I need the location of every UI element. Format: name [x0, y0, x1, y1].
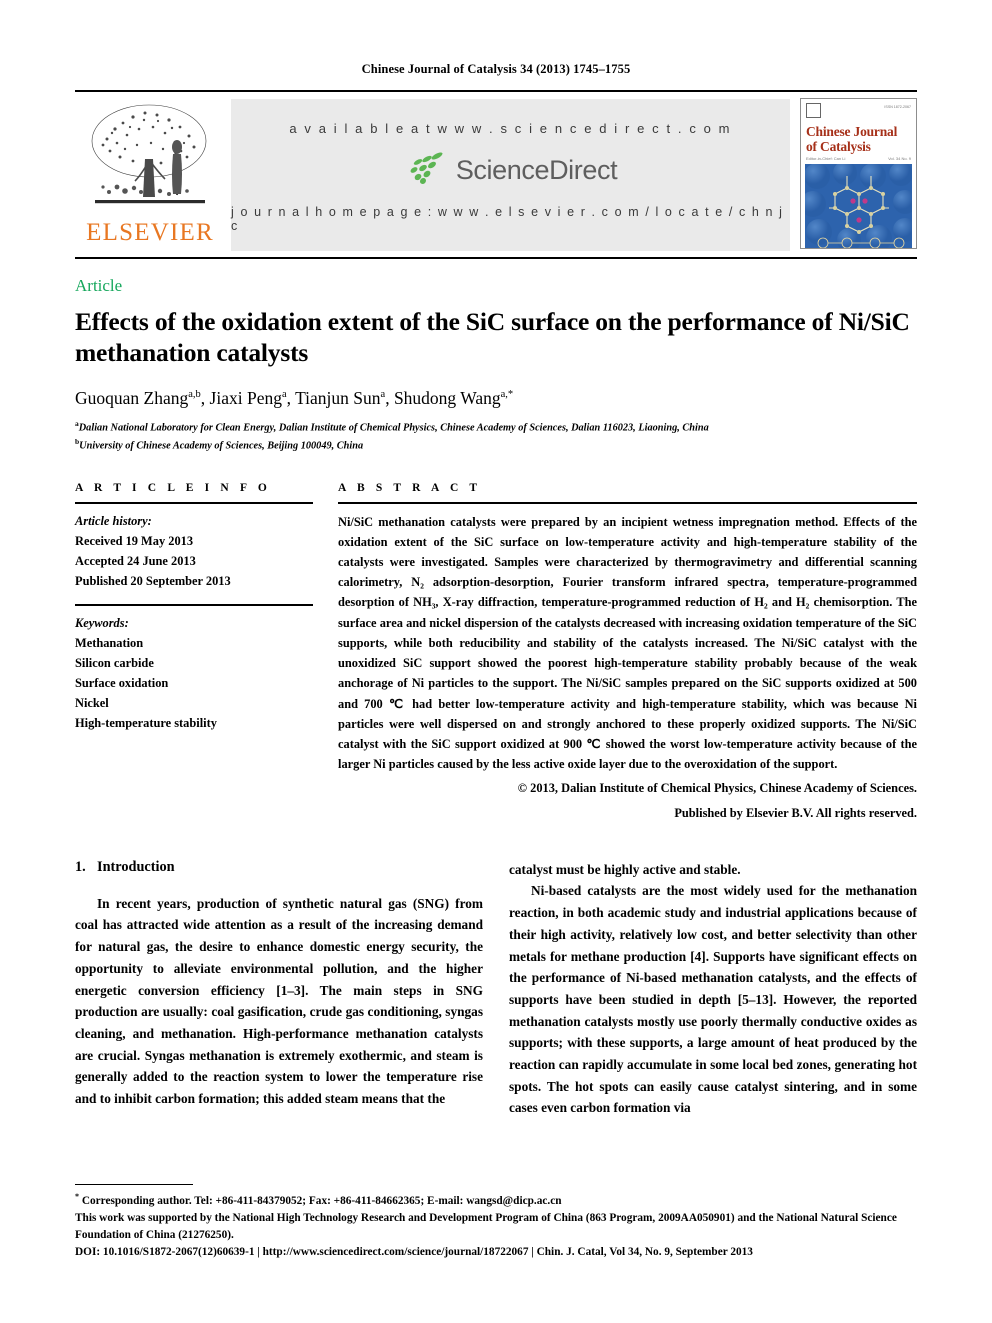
section-title: Introduction: [97, 858, 175, 875]
affiliation-item: bUniversity of Chinese Academy of Scienc…: [75, 436, 917, 454]
affiliation-list: aDalian National Laboratory for Clean En…: [75, 418, 917, 453]
article-history-item: Published 20 September 2013: [75, 573, 231, 588]
paragraph: In recent years, production of synthetic…: [75, 895, 483, 1106]
footnote-separator-rule: [75, 1183, 193, 1185]
journal-cover-image: ISSN 1872-2067 Chinese Journal of Cataly…: [800, 98, 917, 249]
cover-volume: Vol. 34 No. 9: [888, 156, 911, 162]
copyright-line-1: © 2013, Dalian Institute of Chemical Phy…: [517, 781, 917, 796]
article-history-block: Article history: Received 19 May 2013 Ac…: [75, 504, 313, 591]
author-name: Tianjun Sun: [295, 388, 381, 409]
abstract-column: A B S T R A C T Ni/SiC methanation catal…: [338, 482, 917, 823]
article-history-item: Received 19 May 2013: [75, 533, 194, 548]
keyword-item: Surface oxidation: [75, 676, 169, 691]
asterisk-mark: *: [75, 1191, 79, 1201]
masthead-bottom-rule: [75, 257, 917, 259]
body-column-left: 1. Introduction In recent years, producti…: [75, 859, 483, 1119]
author-sup: a,b: [188, 389, 201, 401]
masthead-wrapper: ELSEVIER a v a i l a b l e a t w w w . s…: [0, 90, 992, 259]
affiliation-text: University of Chinese Academy of Science…: [79, 440, 364, 452]
body-column-right: catalyst must be highly active and stabl…: [509, 859, 917, 1119]
elsevier-logo: ELSEVIER: [75, 95, 225, 255]
abstract-text: Ni/SiC methanation catalysts were prepar…: [338, 514, 917, 772]
masthead: ELSEVIER a v a i l a b l e a t w w w . s…: [75, 92, 917, 255]
body-columns: 1. Introduction In recent years, producti…: [75, 859, 917, 1119]
author-item: Shudong Wanga,*: [394, 388, 513, 408]
keyword-item: Nickel: [75, 696, 109, 711]
affiliation-item: aDalian National Laboratory for Clean En…: [75, 418, 917, 436]
section-number: 1.: [75, 858, 86, 875]
cover-editor-note: Editor-in-Chief: Can Li: [806, 156, 846, 162]
article-type-label: Article: [75, 276, 123, 295]
author-name: Shudong Wang: [393, 388, 501, 409]
cover-title: Chinese Journal of Catalysis: [801, 121, 916, 154]
sciencedirect-logo[interactable]: ScienceDirect: [404, 151, 618, 190]
elsevier-wordmark: ELSEVIER: [86, 219, 214, 246]
keywords-label: Keywords:: [75, 615, 129, 630]
cover-title-line2: of Catalysis: [806, 139, 871, 155]
author-item: Jiaxi Penga,: [209, 388, 296, 409]
cover-elsevier-mark-icon: [806, 103, 821, 118]
cover-artwork: [805, 164, 912, 248]
article-info-column: A R T I C L E I N F O Article history: R…: [75, 482, 313, 823]
corresponding-author-note: * Corresponding author. Tel: +86-411-843…: [75, 1191, 917, 1210]
page-footnotes: * Corresponding author. Tel: +86-411-843…: [0, 1183, 992, 1261]
author-sup: a: [281, 389, 287, 401]
author-name: Jiaxi Peng: [209, 388, 282, 409]
author-name: Guoquan Zhang: [75, 388, 189, 409]
funding-note: This work was supported by the National …: [75, 1211, 897, 1241]
paper-page: Chinese Journal of Catalysis 34 (2013) 1…: [0, 0, 992, 1323]
available-at-text: a v a i l a b l e a t w w w . s c i e n …: [289, 121, 732, 136]
author-sup: a,*: [500, 389, 514, 401]
running-head: Chinese Journal of Catalysis 34 (2013) 1…: [361, 62, 631, 76]
paragraph-continuation: catalyst must be highly active and stabl…: [509, 861, 741, 877]
journal-homepage-link[interactable]: j o u r n a l h o m e p a g e : w w w . …: [231, 205, 790, 233]
cover-header: ISSN 1872-2067: [801, 99, 916, 121]
article-history-label: Article history:: [75, 513, 152, 528]
sciencedirect-label: ScienceDirect: [455, 155, 618, 185]
doi-note: DOI: 10.1016/S1872-2067(12)60639-1 | htt…: [75, 1245, 753, 1258]
page-title: Effects of the oxidation extent of the S…: [75, 307, 910, 368]
author-list: Guoquan Zhanga,b, Jiaxi Penga, Tianjun S…: [75, 388, 917, 409]
abstract-heading: A B S T R A C T: [338, 481, 482, 494]
cover-issn: ISSN 1872-2067: [884, 105, 911, 109]
author-sup: a: [380, 389, 386, 401]
sciencedirect-panel: a v a i l a b l e a t w w w . s c i e n …: [231, 99, 790, 251]
keyword-item: Methanation: [75, 636, 144, 650]
article-head: Article Effects of the oxidation extent …: [0, 276, 992, 1119]
sciencedirect-leaves-icon: [404, 151, 450, 190]
affiliation-text: Dalian National Laboratory for Clean Ene…: [78, 422, 709, 434]
paragraph: Ni-based catalysts are the most widely u…: [509, 883, 917, 1116]
author-item: Guoquan Zhanga,b,: [75, 388, 210, 409]
section-heading-introduction: 1. Introduction: [75, 859, 483, 876]
keywords-block: Keywords: Methanation Silicon carbide Su…: [75, 606, 313, 734]
cover-subheader: Editor-in-Chief: Can Li Vol. 34 No. 9: [801, 154, 916, 161]
corresponding-author-text: Corresponding author. Tel: +86-411-84379…: [81, 1194, 562, 1207]
keyword-item: High-temperature stability: [75, 716, 217, 731]
author-item: Tianjun Suna,: [295, 388, 394, 409]
article-history-item: Accepted 24 June 2013: [75, 553, 196, 568]
copyright-line-2: Published by Elsevier B.V. All rights re…: [674, 805, 917, 820]
info-abstract-row: A R T I C L E I N F O Article history: R…: [75, 482, 917, 823]
article-info-heading: A R T I C L E I N F O: [75, 481, 271, 494]
keyword-item: Silicon carbide: [75, 656, 154, 671]
cover-title-line1: Chinese Journal: [806, 124, 898, 139]
elsevier-tree-icon: [87, 99, 213, 217]
